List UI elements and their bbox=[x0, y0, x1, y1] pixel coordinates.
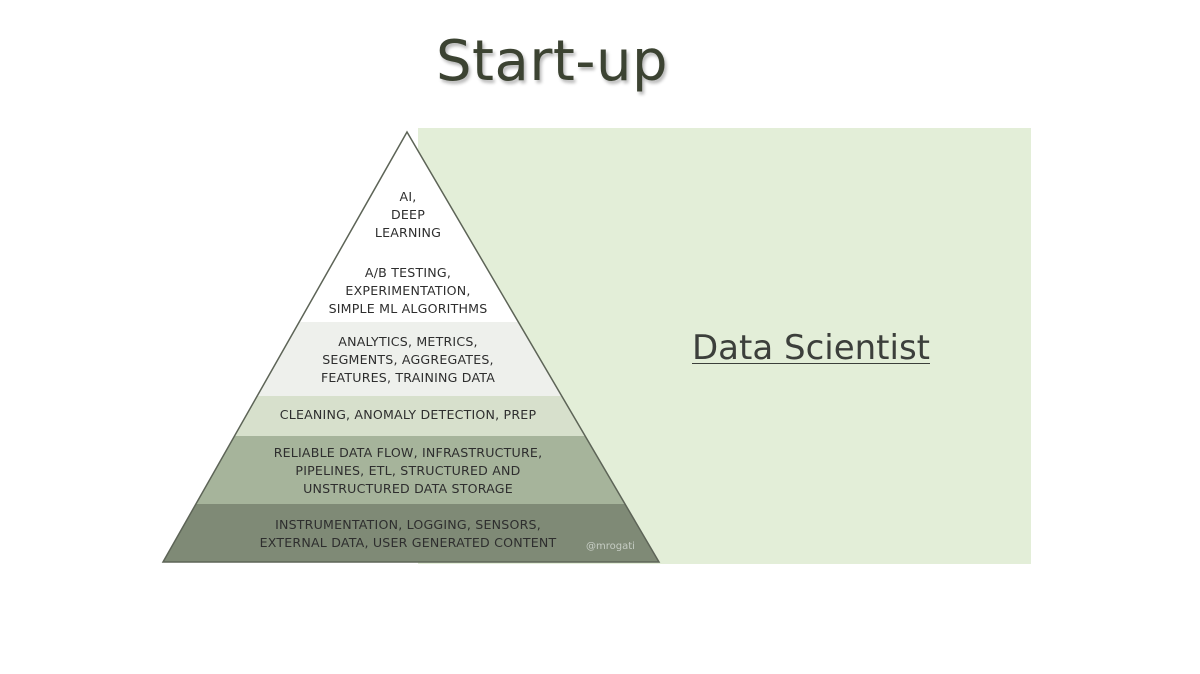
pyramid-layer-6-line: EXTERNAL DATA, USER GENERATED CONTENT bbox=[259, 535, 557, 550]
pyramid-layer-5-label: RELIABLE DATA FLOW, INFRASTRUCTURE, PIPEL… bbox=[208, 444, 608, 498]
pyramid-layer-1-line: DEEP bbox=[390, 207, 425, 222]
pyramid-layer-2-line: A/B TESTING, bbox=[364, 265, 452, 280]
watermark: @mrogati bbox=[586, 541, 635, 552]
pyramid-layer-1-line: AI, bbox=[399, 189, 417, 204]
slide: Start-up Data Scientist AI, DEEP LEARNING A… bbox=[0, 0, 1200, 674]
pyramid-layer-5-line: RELIABLE DATA FLOW, INFRASTRUCTURE, bbox=[273, 445, 543, 460]
pyramid-layer-5-line: PIPELINES, ETL, STRUCTURED AND bbox=[295, 463, 521, 478]
pyramid-layer-3-label: ANALYTICS, METRICS, SEGMENTS, AGGREGATES,… bbox=[208, 333, 608, 387]
pyramid-layer-4-label: CLEANING, ANOMALY DETECTION, PREP bbox=[208, 406, 608, 424]
pyramid-layer-4-line: CLEANING, ANOMALY DETECTION, PREP bbox=[279, 407, 537, 422]
pyramid-layer-2-line: SIMPLE ML ALGORITHMS bbox=[328, 301, 488, 316]
pyramid-layer-3-line: FEATURES, TRAINING DATA bbox=[320, 370, 496, 385]
pyramid-layer-2-label: A/B TESTING, EXPERIMENTATION, SIMPLE ML AL… bbox=[208, 264, 608, 318]
pyramid-layer-2-line: EXPERIMENTATION, bbox=[345, 283, 471, 298]
pyramid-layer-1-label: AI, DEEP LEARNING bbox=[208, 188, 608, 242]
pyramid-layer-3-line: ANALYTICS, METRICS, bbox=[338, 334, 478, 349]
pyramid-layer-5-line: UNSTRUCTURED DATA STORAGE bbox=[303, 481, 513, 496]
pyramid-layer-6-label: INSTRUMENTATION, LOGGING, SENSORS, EXTERN… bbox=[208, 516, 608, 552]
pyramid-layer-6-line: INSTRUMENTATION, LOGGING, SENSORS, bbox=[275, 517, 541, 532]
pyramid-layer-1-line: LEARNING bbox=[374, 225, 442, 240]
pyramid-layer-3-line: SEGMENTS, AGGREGATES, bbox=[322, 352, 494, 367]
